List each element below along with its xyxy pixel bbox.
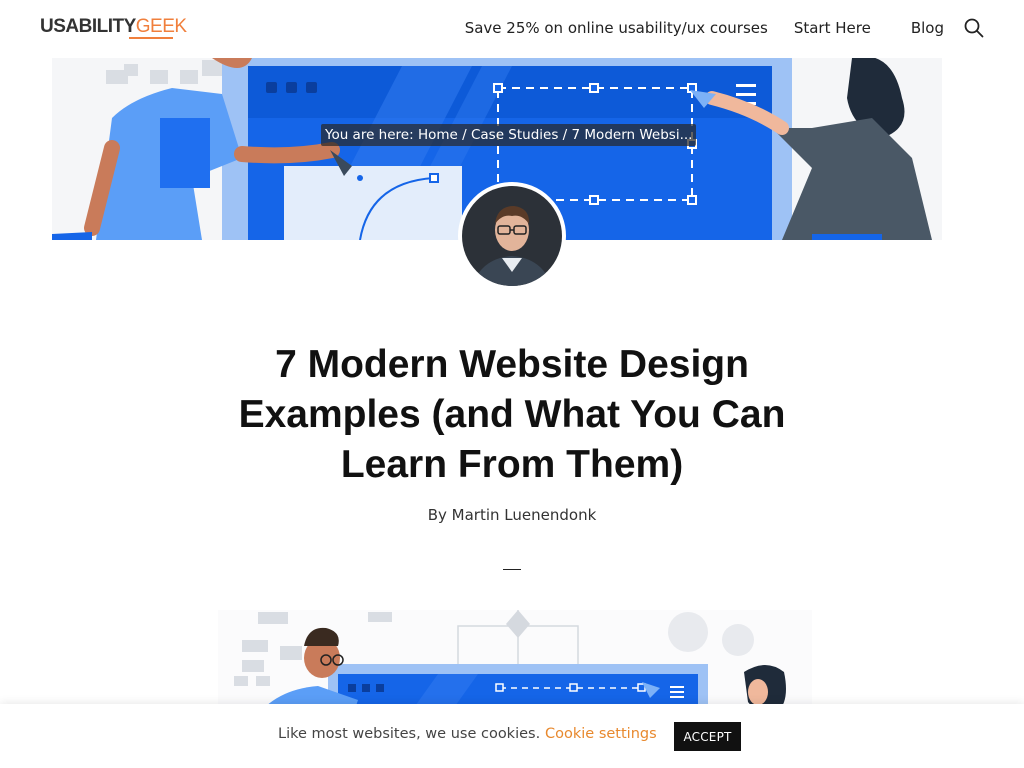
- nav-start-here-link[interactable]: Start Here: [794, 19, 871, 37]
- site-header: USABILITYGEEK Save 25% on online usabili…: [0, 0, 1024, 58]
- cookie-message: Like most websites, we use cookies.: [278, 726, 541, 742]
- breadcrumb-separator: /: [558, 127, 572, 143]
- article-byline[interactable]: By Martin Luenendonk: [312, 506, 712, 524]
- logo-underline: [129, 37, 173, 39]
- article-title: 7 Modern Website Design Examples (and Wh…: [238, 343, 786, 486]
- cookie-banner: Like most websites, we use cookies. Cook…: [0, 704, 1024, 768]
- breadcrumb-separator: /: [457, 127, 471, 143]
- logo-usability-text: USABILITY: [40, 16, 136, 37]
- breadcrumb-current: 7 Modern Websi...: [571, 127, 693, 143]
- cookie-settings-link[interactable]: Cookie settings: [545, 726, 657, 742]
- site-logo[interactable]: USABILITYGEEK: [40, 16, 187, 39]
- cookie-accept-button[interactable]: ACCEPT: [674, 722, 741, 751]
- title-divider: [503, 569, 521, 570]
- breadcrumb-case-studies-link[interactable]: Case Studies: [471, 127, 558, 143]
- search-icon[interactable]: [964, 18, 984, 38]
- breadcrumb: You are here: Home / Case Studies / 7 Mo…: [321, 124, 697, 146]
- logo-geek-text: GEEK: [135, 16, 187, 37]
- nav-promo-link[interactable]: Save 25% on online usability/ux courses: [465, 19, 768, 37]
- main-nav: Save 25% on online usability/ux courses …: [465, 18, 984, 38]
- nav-blog-link[interactable]: Blog: [911, 19, 944, 37]
- breadcrumb-prefix: You are here:: [325, 127, 418, 143]
- breadcrumb-home-link[interactable]: Home: [418, 127, 458, 143]
- author-avatar[interactable]: [458, 182, 566, 290]
